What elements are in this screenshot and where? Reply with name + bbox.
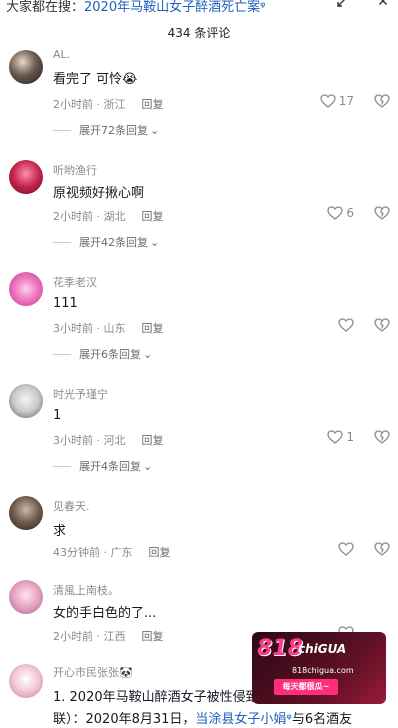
like-button[interactable]: 1 [327,430,354,444]
expand-divider [53,129,71,131]
chevron-down-icon: ⌄ [143,347,153,361]
broken-heart-icon [374,542,390,556]
search-prefix: 大家都在搜： [6,0,85,14]
broken-heart-icon [374,94,390,108]
reply-button[interactable]: 回复 [149,546,171,559]
comment-meta: 2小时前 · 浙江 回复 [53,96,164,112]
comment-username[interactable]: 清風上南枝。 [53,582,119,598]
expand-replies-button[interactable]: 展开4条回复 ⌄ [53,458,152,474]
expand-divider [53,241,71,243]
dislike-button[interactable] [374,542,390,556]
comment-time-location: 3小时前 · 河北 [53,434,126,447]
dislike-button[interactable] [374,318,390,332]
comment-text: 原视频好揪心啊 [53,186,145,201]
comment-username[interactable]: 时光予瑾宁 [53,386,108,402]
comment-time-location: 2小时前 · 湖北 [53,210,126,223]
like-button[interactable] [338,542,354,556]
comment-text: 111 [53,296,78,311]
like-count: 6 [346,206,354,220]
broken-heart-icon [374,206,390,220]
comment-text-suffix: 与6名酒友 [291,712,353,727]
reply-button[interactable]: 回复 [142,434,164,447]
reply-button[interactable]: 回复 [142,322,164,335]
comment-username[interactable]: 听哟渔行 [53,162,97,178]
avatar[interactable] [9,272,43,306]
comment-username[interactable]: 见春天. [53,498,90,514]
comment-username[interactable]: 花季老汉 [53,274,97,290]
expand-divider [53,465,71,467]
expand-divider [53,353,71,355]
dislike-button[interactable] [374,206,390,220]
comment-meta: 2小时前 · 湖北 回复 [53,208,164,224]
broken-heart-icon [374,430,390,444]
like-count: 17 [338,94,354,108]
comment-username[interactable]: 开心市民张张🐼 [53,664,133,680]
comment-meta: 3小时前 · 河北 回复 [53,432,164,448]
expand-icon[interactable] [332,0,354,12]
comment-time-location: 3小时前 · 山东 [53,322,126,335]
avatar[interactable] [9,664,43,698]
promo-banner[interactable]: 818 chiGUA 818chigua.com 每天都很瓜~ [252,632,386,704]
comment-text-line-2: 联）：2020年8月31日，当涂县女子小娟ᵠ与6名酒友 [53,708,352,727]
reply-button[interactable]: 回复 [142,630,164,643]
like-button[interactable] [338,318,354,332]
comment-meta: 2小时前 · 江西 回复 [53,628,164,644]
comment-text: 1 [53,408,62,423]
search-icon: ᵠ [260,0,266,14]
comment-count-title: 434 条评论 [167,26,231,40]
avatar[interactable] [9,496,43,530]
avatar[interactable] [9,580,43,614]
search-query-link[interactable]: 2020年马鞍山女子醉酒死亡案 [84,0,260,14]
like-button[interactable]: 17 [320,94,354,108]
comment-time-location: 43分钟前 · 广东 [53,546,133,559]
expand-replies-button[interactable]: 展开6条回复 ⌄ [53,346,152,362]
broken-heart-icon [374,318,390,332]
chevron-down-icon: ⌄ [150,235,160,249]
expand-replies-button[interactable]: 展开72条回复 ⌄ [53,122,159,138]
search-term-link[interactable]: 当涂县女子小娟 [195,712,286,727]
heart-icon [338,318,354,332]
avatar[interactable] [9,160,43,194]
comment-time-location: 2小时前 · 浙江 [53,98,126,111]
comment-meta: 43分钟前 · 广东 回复 [53,544,171,560]
dislike-button[interactable] [374,94,390,108]
expand-replies-button[interactable]: 展开42条回复 ⌄ [53,234,159,250]
comment-text-prefix: 联）：2020年8月31日， [53,712,196,727]
close-icon[interactable]: ✕ [372,0,394,12]
reply-button[interactable]: 回复 [142,98,164,111]
promo-site: 818chigua.com [292,666,354,675]
expand-replies-label: 展开42条回复 [79,236,148,249]
top-search-bar[interactable]: 大家都在搜：2020年马鞍山女子醉酒死亡案ᵠ ✕ [0,0,398,14]
comment-username[interactable]: AL. [53,48,70,61]
expand-replies-label: 展开4条回复 [79,460,141,473]
comment-time-location: 2小时前 · 江西 [53,630,126,643]
avatar[interactable] [9,384,43,418]
promo-brand: 818 [257,636,303,661]
comment-meta: 3小时前 · 山东 回复 [53,320,164,336]
heart-icon [320,94,336,108]
avatar[interactable] [9,50,43,84]
reply-button[interactable]: 回复 [142,210,164,223]
comment-text: 求 [53,524,67,539]
comment-text: 女的手白色的了... [53,606,157,621]
like-count: 1 [346,430,354,444]
heart-icon [338,542,354,556]
trending-search[interactable]: 大家都在搜：2020年马鞍山女子醉酒死亡案ᵠ [6,0,266,14]
like-button[interactable]: 6 [327,206,354,220]
chevron-down-icon: ⌄ [150,123,160,137]
dislike-button[interactable] [374,430,390,444]
chevron-down-icon: ⌄ [143,459,153,473]
promo-brand-suffix: chiGUA [298,642,347,656]
expand-replies-label: 展开6条回复 [79,348,141,361]
heart-icon [327,430,344,444]
promo-slogan: 每天都很瓜~ [274,679,338,695]
heart-icon [327,206,344,220]
comment-text: 看完了 可怜😭 [53,72,138,87]
expand-replies-label: 展开72条回复 [79,124,148,137]
